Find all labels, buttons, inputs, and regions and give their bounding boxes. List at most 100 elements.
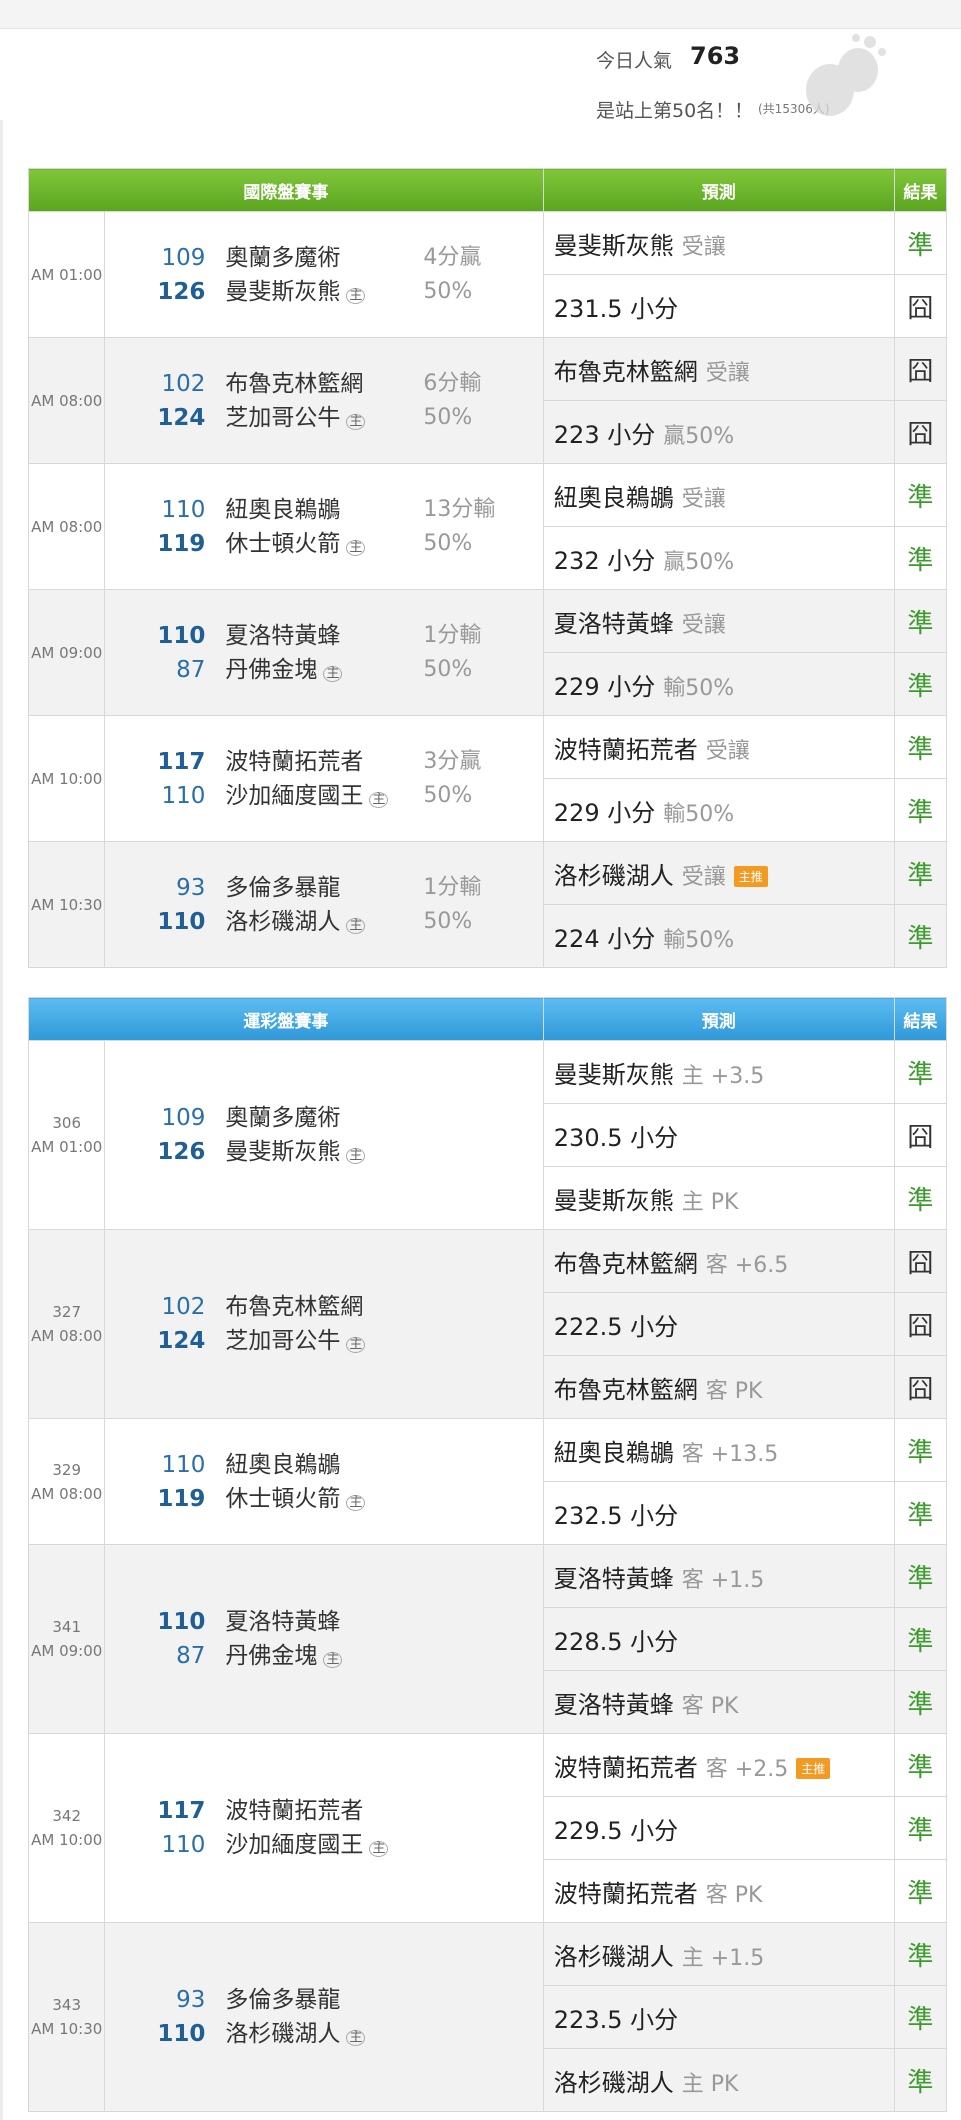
prediction-sub: 贏50% [663, 549, 735, 575]
handicap-percent: 50% [423, 782, 473, 808]
prediction-cell: 232 小分 贏50% [542, 526, 895, 590]
game-time: AM 10:30 [31, 2020, 103, 2038]
home-score: 126 [157, 1139, 206, 1165]
result-cell: 準 [893, 526, 948, 590]
home-team-row: 87 丹佛金塊主 [105, 1639, 542, 1673]
teams-block: 117 波特蘭拓荒者 110 沙加緬度國王主 [105, 1788, 542, 1868]
sports-result-header: 結果 [893, 997, 948, 1041]
home-tag: 主 [346, 917, 366, 934]
away-score: 110 [157, 1609, 206, 1635]
result-cell: 準 [893, 589, 948, 653]
away-team-name: 夏洛特黃蜂 [225, 622, 341, 649]
prediction-sub: 受讓 [681, 486, 726, 512]
home-score: 124 [157, 404, 206, 431]
result-cell: 準 [893, 1166, 948, 1230]
handicap-margin: 1分輸 [423, 874, 482, 900]
prediction-main: 曼斐斯灰熊 [553, 1186, 674, 1215]
matchup-cell: 110 夏洛特黃蜂 87 丹佛金塊主 [104, 1544, 544, 1734]
result-cell: 囧 [893, 337, 948, 401]
teams-block: 117 波特蘭拓荒者 110 沙加緬度國王主 3分贏 50% [105, 739, 542, 819]
home-score: 110 [157, 908, 206, 935]
home-team-name: 丹佛金塊 [225, 1643, 318, 1669]
game-time: AM 10:00 [31, 1831, 103, 1849]
away-team-name: 多倫多暴龍 [225, 874, 341, 901]
handicap-percent: 50% [423, 908, 473, 934]
handicap-margin: 13分輸 [423, 496, 496, 522]
prediction-main: 229 小分 [553, 798, 656, 827]
away-score: 102 [161, 1294, 206, 1320]
result-cell: 囧 [893, 1355, 948, 1419]
table-row: 329 AM 08:00 110 紐奧良鵜鶘 119 休士頓火箭主紐奧良鵜鶘客 +13.5… [27, 1418, 948, 1545]
prediction-cell: 229 小分 輸50% [542, 652, 895, 716]
prediction-cell: 223 小分 贏50% [542, 400, 895, 464]
result-cell: 準 [893, 2048, 948, 2112]
prediction-cell: 布魯克林籃網客 +6.5 [542, 1229, 895, 1293]
prediction-sub: 主 PK [681, 2071, 739, 2097]
table-row: AM 01:00 109 奧蘭多魔術 126 曼斐斯灰熊主 4分贏 50% 曼斐斯灰熊 受讓準 [27, 211, 948, 338]
prediction-sub: 受讓 [705, 360, 750, 386]
game-time: AM 08:00 [31, 1484, 103, 1503]
result-cell: 準 [893, 652, 948, 716]
handicap-result: 6分輸 50% [423, 367, 533, 435]
prediction-sub: 客 +6.5 [705, 1252, 789, 1278]
result-cell: 準 [893, 1607, 948, 1671]
handicap-percent: 50% [423, 404, 473, 430]
away-team-name: 奧蘭多魔術 [225, 244, 341, 271]
prediction-sub: 輸50% [663, 675, 735, 701]
prediction-cell: 230.5 小分 [542, 1103, 895, 1167]
away-team-row: 117 波特蘭拓荒者 [105, 1794, 542, 1828]
prediction-cell: 紐奧良鵜鶘客 +13.5 [542, 1418, 895, 1482]
matchup-cell: 110 紐奧良鵜鶘 119 休士頓火箭主 13分輸 50% [104, 463, 544, 590]
left-edge-divider [0, 120, 3, 2120]
handicap-result: 1分輸 50% [423, 619, 533, 687]
handicap-margin: 6分輸 [423, 370, 482, 396]
prediction-cell: 波特蘭拓荒者 受讓 [542, 715, 895, 779]
result-cell: 準 [893, 1985, 948, 2049]
handicap-margin: 1分輸 [423, 622, 482, 648]
prediction-cell: 夏洛特黃蜂 受讓 [542, 589, 895, 653]
prediction-cell: 曼斐斯灰熊主 +3.5 [542, 1040, 895, 1104]
prediction-sub: 客 PK [705, 1378, 763, 1404]
home-tag: 主 [369, 791, 389, 808]
away-score: 109 [161, 244, 206, 271]
away-score: 110 [161, 496, 206, 523]
prediction-cell: 224 小分 輸50% [542, 904, 895, 968]
away-score: 93 [176, 874, 206, 901]
matchup-cell: 110 夏洛特黃蜂 87 丹佛金塊主 1分輸 50% [104, 589, 544, 716]
prediction-main: 228.5 小分 [553, 1627, 679, 1656]
popularity-value: 763 [690, 42, 741, 70]
table-row: AM 10:30 93 多倫多暴龍 110 洛杉磯湖人主 1分輸 50% 洛杉磯湖人 受讓 主推準 [27, 841, 948, 968]
matchup-cell: 117 波特蘭拓荒者 110 沙加緬度國王主 3分贏 50% [104, 715, 544, 842]
game-number: 306 [52, 1114, 82, 1132]
home-tag: 主 [346, 539, 366, 556]
game-info: 342 AM 10:00 [27, 1733, 106, 1923]
home-tag: 主 [346, 413, 366, 430]
game-time: AM 09:00 [31, 1642, 103, 1660]
prediction-sub: 受讓 [681, 234, 726, 260]
teams-block: 102 布魯克林籃網 124 芝加哥公牛主 6分輸 50% [105, 361, 542, 441]
prediction-cell: 231.5 小分 [542, 274, 895, 338]
prediction-cell: 布魯克林籃網客 PK [542, 1355, 895, 1419]
matchup-cell: 117 波特蘭拓荒者 110 沙加緬度國王主 [104, 1733, 544, 1923]
home-team-name: 洛杉磯湖人 [225, 2021, 341, 2047]
home-team-name: 休士頓火箭 [225, 530, 341, 557]
prediction-sub: 客 PK [705, 1882, 763, 1908]
away-team-name: 多倫多暴龍 [225, 1987, 341, 2013]
result-cell: 準 [893, 1418, 948, 1482]
home-score: 124 [157, 1328, 206, 1354]
result-cell: 囧 [893, 1229, 948, 1293]
away-team-name: 布魯克林籃網 [225, 370, 364, 397]
home-score: 119 [157, 530, 206, 557]
result-cell: 囧 [893, 274, 948, 338]
teams-block: 110 夏洛特黃蜂 87 丹佛金塊主 [105, 1599, 542, 1679]
home-team-row: 126 曼斐斯灰熊主 [105, 1135, 542, 1169]
prediction-sub: 主 +3.5 [681, 1063, 765, 1089]
home-team-name: 沙加緬度國王 [225, 1832, 364, 1858]
result-cell: 準 [893, 1481, 948, 1545]
prediction-main: 洛杉磯湖人 [553, 861, 674, 890]
teams-block: 110 紐奧良鵜鶘 119 休士頓火箭主 13分輸 50% [105, 487, 542, 567]
prediction-sub: 輸50% [663, 927, 735, 953]
result-cell: 準 [893, 1544, 948, 1608]
prediction-main: 夏洛特黃蜂 [553, 1690, 674, 1719]
home-team-name: 曼斐斯灰熊 [225, 278, 341, 305]
